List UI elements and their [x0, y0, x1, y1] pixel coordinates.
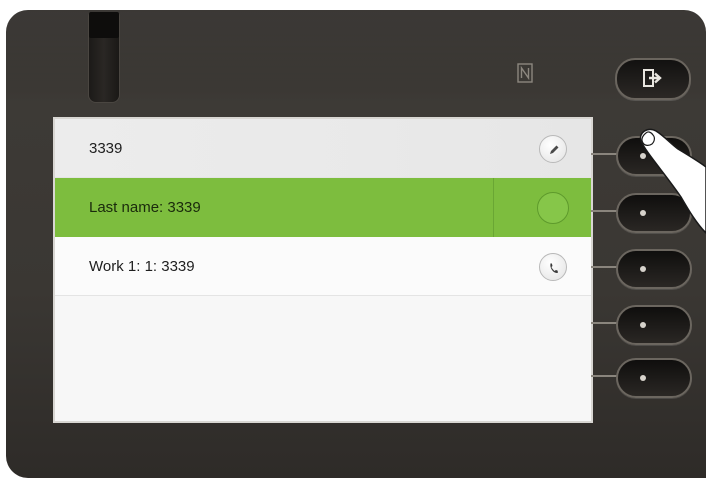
blank-circle-button[interactable]: [537, 192, 569, 224]
pointing-finger-icon: [636, 127, 706, 242]
softkey-4[interactable]: [616, 305, 692, 345]
softkey-connector: [591, 322, 618, 324]
softkey-dot: [640, 375, 646, 381]
list-item-work-number[interactable]: Work 1: 1: 3339: [55, 237, 591, 296]
list-item-name[interactable]: 3339: [55, 119, 591, 178]
edit-button[interactable]: [539, 135, 567, 163]
softkey-connector: [591, 266, 618, 268]
softkey-dot: [640, 266, 646, 272]
list-item-label: 3339: [89, 140, 123, 157]
row-divider: [493, 178, 494, 237]
softkey-connector: [591, 375, 618, 377]
softkey-5[interactable]: [616, 358, 692, 398]
edit-pencil-icon: [550, 145, 559, 154]
list-item-label: Work 1: 1: 3339: [89, 258, 195, 275]
nfc-icon: [517, 63, 533, 83]
list-item-label: Last name: 3339: [89, 199, 201, 216]
softkey-connector: [591, 210, 618, 212]
handset-cradle: [88, 12, 120, 103]
logout-button[interactable]: [615, 58, 691, 100]
logout-icon: [643, 69, 662, 87]
call-button[interactable]: [539, 253, 567, 281]
display-screen: 3339 Last name: 3339 Work 1: 1: 3339: [53, 117, 593, 423]
phone-handset-icon: [550, 263, 558, 273]
softkey-3[interactable]: [616, 249, 692, 289]
list-item-last-name[interactable]: Last name: 3339: [55, 178, 591, 237]
phone-device: 3339 Last name: 3339 Work 1: 1: 3339: [6, 10, 706, 478]
softkey-connector: [591, 153, 618, 155]
softkey-dot: [640, 322, 646, 328]
